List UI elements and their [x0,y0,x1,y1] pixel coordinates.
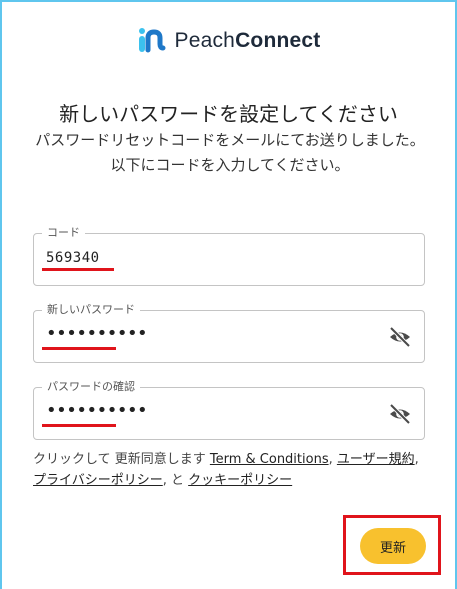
new-password-field[interactable]: 新しいパスワード •••••••••• [33,303,425,363]
consent-sep-1: , [328,452,337,467]
consent-text: クリックして 更新同意します Term & Conditions, ユーザー規約… [33,449,431,491]
brand-name-bold: Connect [235,29,321,52]
consent-sep-2: , [414,452,419,467]
new-password-field-label: 新しいパスワード [42,303,140,317]
code-highlight-underline [42,268,114,271]
page-title: 新しいパスワードを設定してください [59,102,398,126]
eye-off-icon[interactable] [388,402,412,426]
confirm-password-field-label: パスワードの確認 [42,380,140,394]
cookie-policy-link[interactable]: クッキーポリシー [188,473,292,488]
confirm-password-field[interactable]: パスワードの確認 •••••••••• [33,380,425,440]
window-frame [0,0,457,589]
new-password-field-value[interactable]: •••••••••• [46,324,148,344]
brand-name: PeachConnect [175,29,321,53]
code-field[interactable]: コード 569340 [33,226,425,286]
brand-name-light: Peach [174,29,236,52]
code-field-value[interactable]: 569340 [46,250,100,266]
eye-off-icon[interactable] [388,325,412,349]
privacy-policy-link[interactable]: プライバシーポリシー [33,473,163,488]
consent-sep-3: , と [162,473,189,488]
brand-logo: PeachConnect [0,26,457,56]
code-field-label: コード [42,226,85,240]
user-terms-link[interactable]: ユーザー規約 [337,452,415,467]
consent-prefix: クリックして 更新同意します [33,452,210,467]
new-password-highlight-underline [42,347,116,350]
page-subtitle: パスワードリセットコードをメールにてお送りしました。以下にコードを入力してくださ… [35,131,425,174]
confirm-password-highlight-underline [42,424,116,427]
update-button[interactable]: 更新 [360,528,426,564]
confirm-password-field-value[interactable]: •••••••••• [46,401,148,421]
terms-link[interactable]: Term & Conditions [210,452,329,467]
peach-connect-logo-icon [138,28,166,53]
